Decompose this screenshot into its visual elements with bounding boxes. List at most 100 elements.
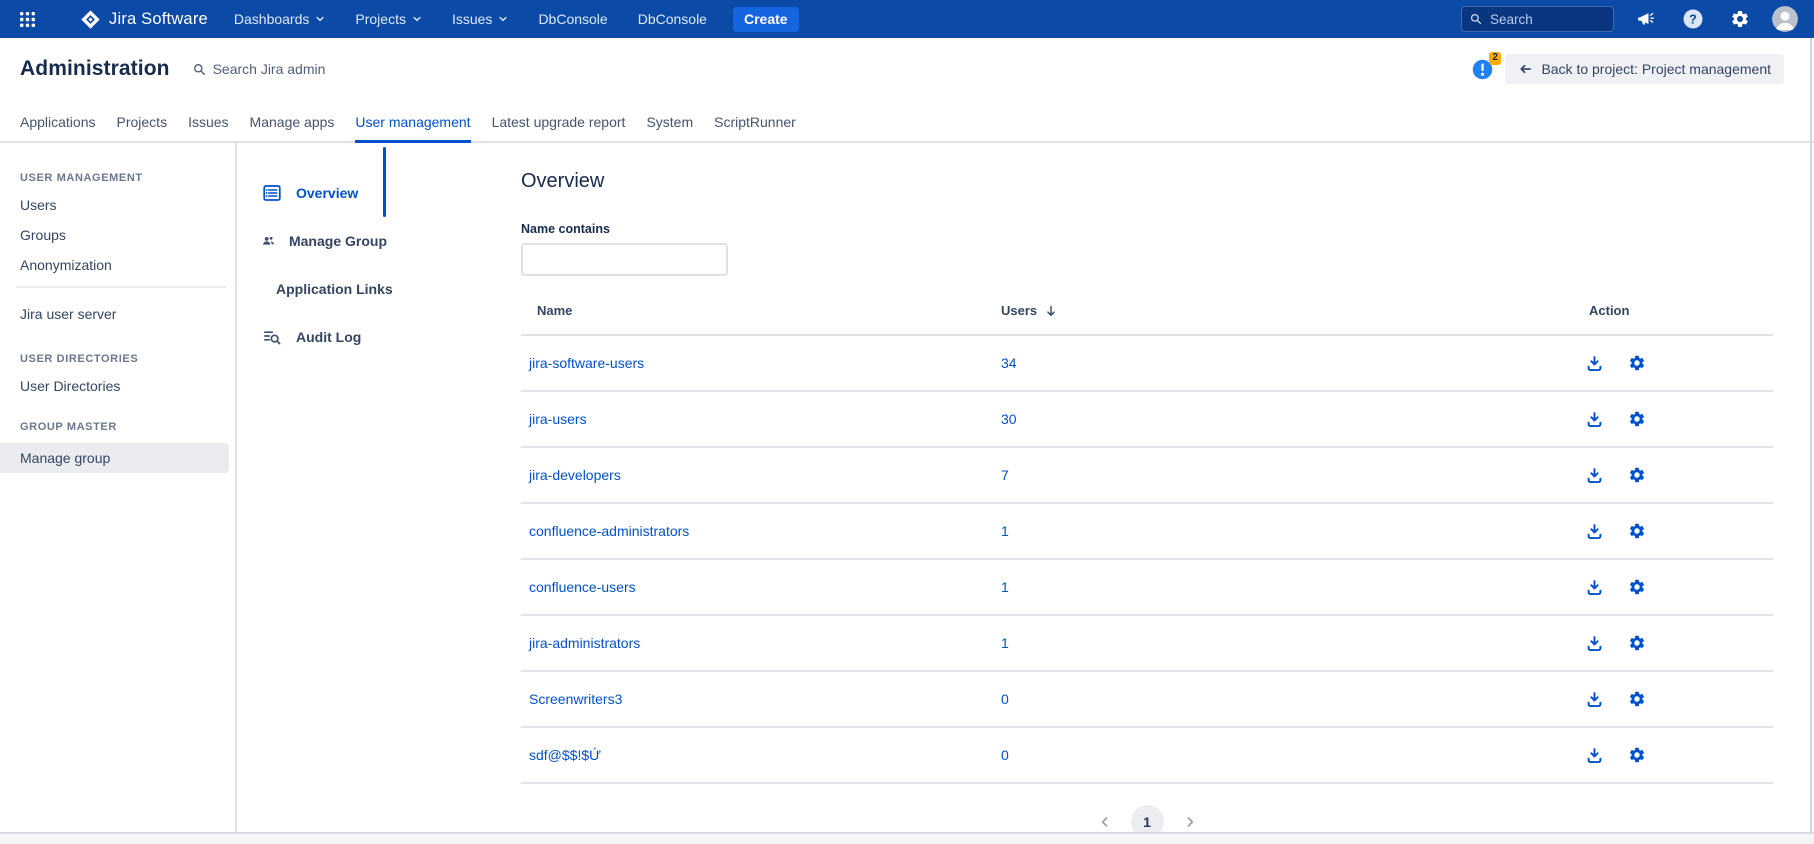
groups-table: Name Users Action jira-software-users bbox=[521, 289, 1773, 784]
navbar-right: ? bbox=[1461, 4, 1798, 34]
table-row: jira-software-users 34 bbox=[521, 335, 1773, 391]
group-settings-button[interactable] bbox=[1628, 690, 1646, 708]
download-icon bbox=[1585, 466, 1604, 485]
admin-search-placeholder: Search Jira admin bbox=[213, 61, 326, 77]
nav-issues[interactable]: Issues bbox=[452, 11, 508, 27]
section-header-user-directories: USER DIRECTORIES bbox=[0, 353, 235, 371]
nav-dbconsole-2[interactable]: DbConsole bbox=[638, 11, 707, 27]
sidebar-item-manage-group[interactable]: Manage group bbox=[0, 443, 229, 473]
nav-projects[interactable]: Projects bbox=[355, 11, 422, 27]
overview-icon bbox=[262, 183, 282, 203]
download-icon bbox=[1585, 690, 1604, 709]
group-settings-button[interactable] bbox=[1628, 410, 1646, 428]
group-users-count-link[interactable]: 0 bbox=[1001, 691, 1009, 707]
chevron-down-icon bbox=[315, 14, 325, 24]
group-users-count-link[interactable]: 30 bbox=[1001, 411, 1017, 427]
next-page-button[interactable] bbox=[1183, 815, 1197, 829]
search-icon bbox=[1470, 12, 1482, 26]
tab-manage-apps[interactable]: Manage apps bbox=[250, 114, 335, 143]
grid-icon bbox=[19, 11, 36, 28]
tab-issues[interactable]: Issues bbox=[188, 114, 228, 143]
avatar[interactable] bbox=[1772, 6, 1798, 32]
group-users-count-link[interactable]: 1 bbox=[1001, 579, 1009, 595]
export-group-button[interactable] bbox=[1585, 522, 1604, 541]
scrollbar[interactable] bbox=[1810, 38, 1812, 832]
global-search-input[interactable] bbox=[1490, 12, 1605, 27]
group-users-count-link[interactable]: 7 bbox=[1001, 467, 1009, 483]
tab-projects[interactable]: Projects bbox=[117, 114, 168, 143]
jira-logo[interactable]: Jira Software bbox=[80, 9, 208, 30]
settings-button[interactable] bbox=[1725, 4, 1755, 34]
sidebar-item-jira-user-server[interactable]: Jira user server bbox=[0, 299, 235, 329]
name-contains-input[interactable] bbox=[521, 243, 728, 276]
chevron-left-icon bbox=[1098, 815, 1112, 829]
group-users-count-link[interactable]: 1 bbox=[1001, 523, 1009, 539]
subnav-item-overview[interactable]: Overview bbox=[262, 169, 387, 217]
subnav-item-application-links[interactable]: Application Links bbox=[262, 265, 387, 313]
admin-search[interactable]: Search Jira admin bbox=[193, 61, 326, 77]
group-name-link[interactable]: jira-developers bbox=[529, 467, 621, 483]
group-users-count-link[interactable]: 34 bbox=[1001, 355, 1017, 371]
group-name-link[interactable]: jira-administrators bbox=[529, 635, 640, 651]
nav-dbconsole-1[interactable]: DbConsole bbox=[538, 11, 607, 27]
export-group-button[interactable] bbox=[1585, 746, 1604, 765]
subnav-item-audit-log[interactable]: Audit Log bbox=[262, 313, 387, 361]
group-name-link[interactable]: jira-users bbox=[529, 411, 587, 427]
nav-issues-label: Issues bbox=[452, 11, 492, 27]
group-settings-button[interactable] bbox=[1628, 578, 1646, 596]
primary-nav: Dashboards Projects Issues DbConsole DbC… bbox=[234, 7, 799, 32]
group-name-link[interactable]: confluence-administrators bbox=[529, 523, 689, 539]
group-users-count-link[interactable]: 0 bbox=[1001, 747, 1009, 763]
export-group-button[interactable] bbox=[1585, 354, 1604, 373]
notifications-button[interactable]: 2 bbox=[1472, 59, 1493, 80]
global-search bbox=[1461, 6, 1614, 32]
tab-system[interactable]: System bbox=[646, 114, 693, 143]
group-users-count-link[interactable]: 1 bbox=[1001, 635, 1009, 651]
tab-applications[interactable]: Applications bbox=[20, 114, 96, 143]
svg-text:?: ? bbox=[1689, 12, 1697, 26]
table-row: sdf@$$!$Ứ 0 bbox=[521, 727, 1773, 783]
subnav-item-manage-group[interactable]: Manage Group bbox=[262, 217, 387, 265]
group-settings-button[interactable] bbox=[1628, 466, 1646, 484]
gear-icon bbox=[1628, 746, 1646, 764]
group-name-link[interactable]: Screenwriters3 bbox=[529, 691, 622, 707]
jira-admin-page: Jira Software Dashboards Projects Issues… bbox=[0, 0, 1814, 832]
announcements-button[interactable] bbox=[1631, 4, 1661, 34]
page-title: Administration bbox=[20, 57, 170, 81]
spacer bbox=[0, 401, 235, 421]
table-row: jira-administrators 1 bbox=[521, 615, 1773, 671]
sidebar-item-user-directories[interactable]: User Directories bbox=[0, 371, 235, 401]
tab-user-management[interactable]: User management bbox=[355, 114, 470, 143]
previous-page-button[interactable] bbox=[1098, 815, 1112, 829]
sidebar-item-anonymization[interactable]: Anonymization bbox=[0, 250, 235, 280]
section-header-group-master: GROUP MASTER bbox=[0, 421, 235, 439]
column-header-users[interactable]: Users bbox=[993, 289, 1581, 335]
group-name-link[interactable]: confluence-users bbox=[529, 579, 636, 595]
sidebar-item-groups[interactable]: Groups bbox=[0, 220, 235, 250]
group-settings-button[interactable] bbox=[1628, 634, 1646, 652]
table-row: jira-users 30 bbox=[521, 391, 1773, 447]
export-group-button[interactable] bbox=[1585, 466, 1604, 485]
export-group-button[interactable] bbox=[1585, 578, 1604, 597]
export-group-button[interactable] bbox=[1585, 410, 1604, 429]
create-button[interactable]: Create bbox=[733, 7, 799, 32]
sidebar-item-users[interactable]: Users bbox=[0, 190, 235, 220]
column-header-name[interactable]: Name bbox=[521, 289, 993, 335]
group-settings-button[interactable] bbox=[1628, 746, 1646, 764]
tab-latest-upgrade-report[interactable]: Latest upgrade report bbox=[492, 114, 626, 143]
download-icon bbox=[1585, 634, 1604, 653]
download-icon bbox=[1585, 522, 1604, 541]
nav-dashboards[interactable]: Dashboards bbox=[234, 11, 326, 27]
export-group-button[interactable] bbox=[1585, 634, 1604, 653]
content-heading: Overview bbox=[521, 170, 1773, 193]
group-name-link[interactable]: sdf@$$!$Ứ bbox=[529, 747, 601, 763]
export-group-button[interactable] bbox=[1585, 690, 1604, 709]
group-settings-button[interactable] bbox=[1628, 522, 1646, 540]
group-settings-button[interactable] bbox=[1628, 354, 1646, 372]
subnav-item-label: Overview bbox=[296, 185, 358, 201]
group-name-link[interactable]: jira-software-users bbox=[529, 355, 644, 371]
help-button[interactable]: ? bbox=[1678, 4, 1708, 34]
back-to-project-button[interactable]: Back to project: Project management bbox=[1505, 54, 1784, 84]
tab-scriptrunner[interactable]: ScriptRunner bbox=[714, 114, 796, 143]
app-switcher-button[interactable] bbox=[12, 4, 42, 34]
